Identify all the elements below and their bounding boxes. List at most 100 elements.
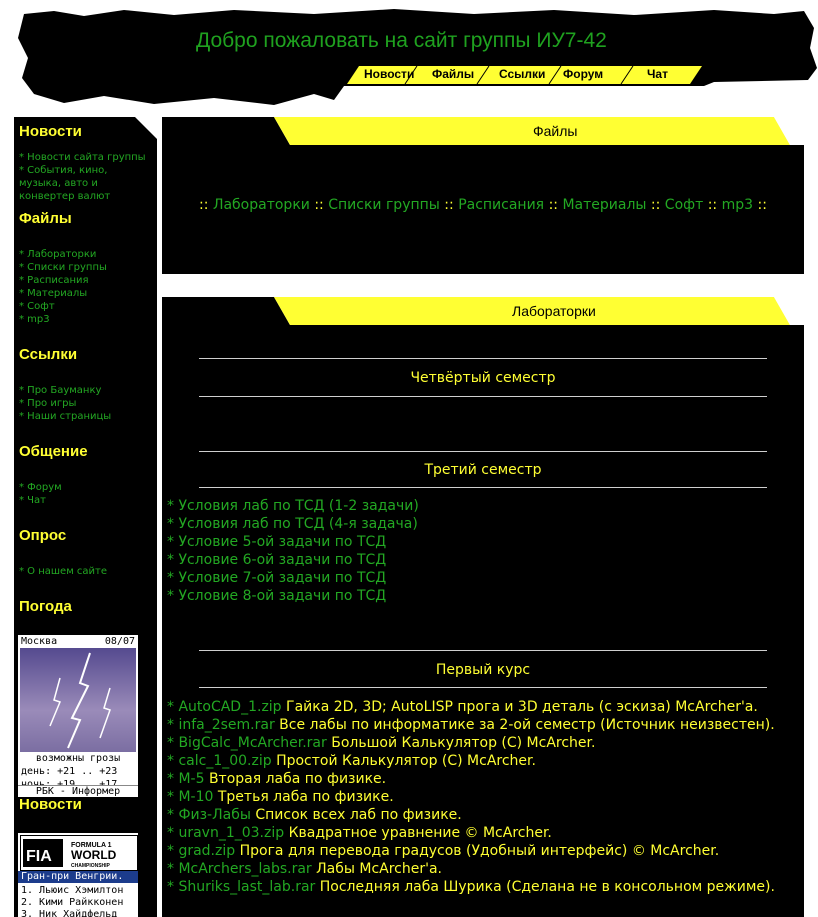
files-links: :: Лабораторки :: Списки группы :: Распи…: [162, 197, 804, 213]
sidebar-link-schedules[interactable]: * Расписания: [19, 274, 89, 287]
file-link[interactable]: * calc_1_00.zip: [167, 753, 272, 769]
sidebar-link-forum[interactable]: * Форум: [19, 481, 62, 494]
sidebar-heading-poll: Опрос: [19, 527, 67, 544]
sidebar-link-bauman[interactable]: * Про Бауманку: [19, 384, 101, 397]
sidebar-link-our-pages[interactable]: * Наши страницы: [19, 410, 111, 423]
file-link[interactable]: * grad.zip: [167, 843, 235, 859]
sidebar: Новости * Новости сайта группы * События…: [14, 117, 157, 917]
sidebar-link-materials[interactable]: * Материалы: [19, 287, 87, 300]
file-link[interactable]: * М-5: [167, 771, 205, 787]
weather-date: 08/07: [104, 636, 135, 647]
files-link-group-lists[interactable]: Списки группы: [328, 197, 440, 213]
svg-text:WORLD: WORLD: [71, 848, 117, 862]
list-item: * McArchers_labs.rar Лабы McArcher'a.: [167, 860, 442, 878]
weather-day: день: +21 .. +23: [21, 766, 118, 777]
files-link-schedules[interactable]: Расписания: [458, 197, 544, 213]
list-item[interactable]: * Условия лаб по ТСД (1-2 задачи): [167, 497, 419, 515]
list-item[interactable]: * Условие 7-ой задачи по ТСД: [167, 569, 386, 587]
nav-news[interactable]: Новости: [364, 67, 414, 81]
sidebar-link-games[interactable]: * Про игры: [19, 397, 76, 410]
sidebar-link-group-lists[interactable]: * Списки группы: [19, 261, 107, 274]
files-link-materials[interactable]: Материалы: [562, 197, 646, 213]
sidebar-heading-news: Новости: [19, 123, 82, 140]
files-link-mp3[interactable]: mp3: [722, 197, 753, 213]
sep: ::: [444, 197, 459, 213]
sidebar-link-events[interactable]: * События, кино, музыка, авто и конверте…: [19, 164, 149, 203]
section-course1: Первый курс: [435, 662, 531, 678]
file-link[interactable]: * М-10: [167, 789, 213, 805]
files-panel-title: Файлы: [533, 123, 578, 139]
sidebar-heading-news-2: Новости: [19, 796, 82, 813]
file-desc: Третья лаба по физике.: [213, 789, 394, 805]
file-desc: Гайка 2D, 3D; AutoLISP прога и 3D деталь…: [281, 699, 758, 715]
file-link[interactable]: * infa_2sem.rar: [167, 717, 275, 733]
file-desc: Простой Калькулятор (С) McArcher.: [271, 753, 536, 769]
list-item: * AutoCAD_1.zip Гайка 2D, 3D; AutoLISP п…: [167, 698, 758, 716]
list-item: * Shuriks_last_lab.rar Последняя лаба Шу…: [167, 878, 775, 896]
file-link[interactable]: * AutoCAD_1.zip: [167, 699, 282, 715]
nav-chat[interactable]: Чат: [647, 67, 668, 81]
divider: [199, 650, 767, 651]
file-link[interactable]: * McArchers_labs.rar: [167, 861, 312, 877]
f1-row: 2. Кими Райкконен: [21, 897, 124, 908]
lab-link[interactable]: * Условие 5-ой задачи по ТСД: [167, 534, 386, 550]
list-item[interactable]: * Условие 6-ой задачи по ТСД: [167, 551, 386, 569]
list-item[interactable]: * Условия лаб по ТСД (4-я задача): [167, 515, 418, 533]
sidebar-link-soft[interactable]: * Софт: [19, 300, 55, 313]
list-item: * grad.zip Прога для перевода градусов (…: [167, 842, 719, 860]
labs-panel: Лабораторки Четвёртый семестр Третий сем…: [162, 297, 804, 917]
weather-informer[interactable]: Москва 08/07 возможны грозы день: +21 ..…: [18, 635, 138, 797]
divider: [199, 487, 767, 488]
f1-grand-prix: Гран-при Венгрии. ...: [18, 871, 138, 893]
sidebar-link-poll-site[interactable]: * О нашем сайте: [19, 565, 107, 578]
nav-files[interactable]: Файлы: [432, 67, 474, 81]
file-desc: Все лабы по информатике за 2-ой семестр …: [274, 717, 775, 733]
list-item: * infa_2sem.rar Все лабы по информатике …: [167, 716, 775, 734]
sep: ::: [757, 197, 767, 213]
lab-link[interactable]: * Условие 6-ой задачи по ТСД: [167, 552, 386, 568]
weather-top: Москва 08/07: [21, 636, 135, 647]
labs-panel-tab: [162, 297, 804, 325]
file-desc: Прога для перевода градусов (Удобный инт…: [235, 843, 720, 859]
files-link-soft[interactable]: Софт: [665, 197, 703, 213]
file-link[interactable]: * BigCalc_McArcher.rar: [167, 735, 327, 751]
list-item[interactable]: * Условие 8-ой задачи по ТСД: [167, 587, 386, 605]
nav-links[interactable]: Ссылки: [499, 67, 545, 81]
sidebar-link-site-news[interactable]: * Новости сайта группы: [19, 151, 146, 164]
file-link[interactable]: * Физ-Лабы: [167, 807, 251, 823]
nav-forum[interactable]: Форум: [563, 67, 603, 81]
f1-row: 3. Ник Хайдфельд: [21, 909, 118, 917]
sidebar-link-chat[interactable]: * Чат: [19, 494, 46, 507]
f1-informer[interactable]: FIA FORMULA 1 WORLD CHAMPIONSHIP Гран-пр…: [18, 833, 138, 917]
divider: [199, 396, 767, 397]
file-desc: Большой Калькулятор (С) McArcher.: [326, 735, 596, 751]
lab-link[interactable]: * Условие 7-ой задачи по ТСД: [167, 570, 386, 586]
svg-text:CHAMPIONSHIP: CHAMPIONSHIP: [71, 863, 111, 869]
divider: [199, 451, 767, 452]
sidebar-heading-files: Файлы: [19, 210, 72, 227]
files-panel: Файлы :: Лабораторки :: Списки группы ::…: [162, 117, 804, 274]
labs-panel-title: Лабораторки: [512, 303, 596, 319]
f1-row: 1. Льюис Хэмилтон: [21, 885, 124, 896]
sep: ::: [707, 197, 722, 213]
section-sem4: Четвёртый семестр: [410, 370, 556, 386]
lab-link[interactable]: * Условия лаб по ТСД (1-2 задачи): [167, 498, 419, 514]
weather-condition: возможны грозы: [35, 753, 121, 764]
files-link-labs[interactable]: Лабораторки: [213, 197, 310, 213]
file-desc: Квадратное уравнение © McArcher.: [284, 825, 552, 841]
lab-link[interactable]: * Условие 8-ой задачи по ТСД: [167, 588, 386, 604]
svg-text:FIA: FIA: [26, 848, 52, 865]
sidebar-link-mp3[interactable]: * mp3: [19, 313, 50, 326]
file-link[interactable]: * uravn_1_03.zip: [167, 825, 284, 841]
divider: [199, 687, 767, 688]
thunderstorm-icon: [20, 648, 136, 752]
sep: ::: [650, 197, 665, 213]
list-item: * М-10 Третья лаба по физике.: [167, 788, 394, 806]
list-item[interactable]: * Условие 5-ой задачи по ТСД: [167, 533, 386, 551]
sidebar-link-labs[interactable]: * Лабораторки: [19, 248, 96, 261]
section-sem3: Третий семестр: [424, 462, 542, 478]
lab-link[interactable]: * Условия лаб по ТСД (4-я задача): [167, 516, 418, 532]
list-item: * Физ-Лабы Список всех лаб по физике.: [167, 806, 462, 824]
sidebar-corner: [135, 117, 157, 139]
file-link[interactable]: * Shuriks_last_lab.rar: [167, 879, 315, 895]
